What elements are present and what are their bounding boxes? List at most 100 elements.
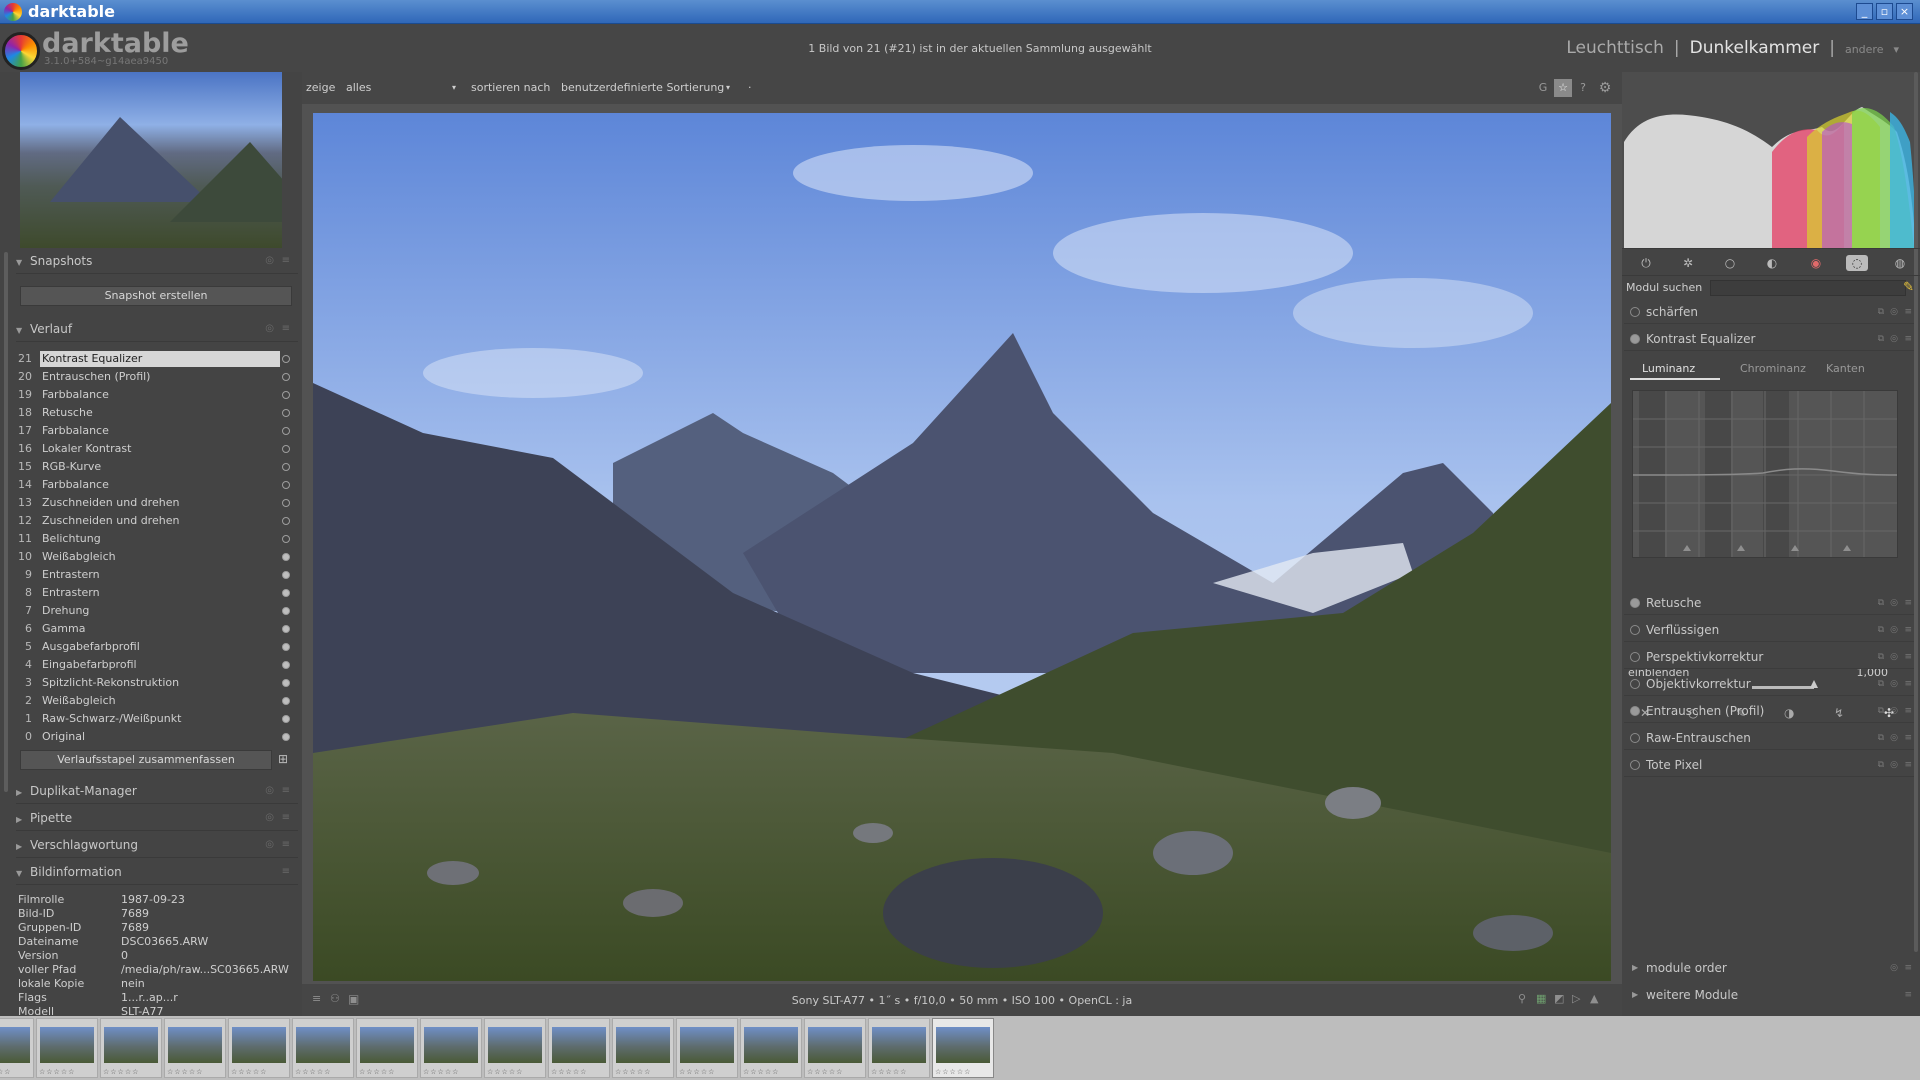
history-item[interactable]: 15 RGB-Kurve [18, 458, 294, 476]
multi-instance-icon[interactable]: ⧉ [1878, 300, 1884, 324]
reset-icon[interactable]: ◎ [265, 805, 274, 831]
duplicate-manager-header[interactable]: ▶ Duplikat-Manager ◎ ≡ [16, 778, 298, 804]
basic-group-icon[interactable]: ✲ [1680, 255, 1696, 271]
filmstrip-thumbnail[interactable]: ☆☆☆☆☆ [676, 1018, 738, 1078]
multi-instance-icon[interactable]: ⧉ [1878, 327, 1884, 351]
rating-stars[interactable]: ☆☆☆☆☆ [359, 1068, 395, 1076]
tab-chrominance[interactable]: Chrominanz [1740, 362, 1806, 375]
gamut-check-icon[interactable]: ▲ [1590, 992, 1598, 1005]
tab-luminance[interactable]: Luminanz [1642, 362, 1695, 375]
power-icon[interactable] [1630, 679, 1640, 689]
maximize-button[interactable]: ▫ [1876, 3, 1893, 20]
show-filter-select[interactable]: alles [346, 81, 371, 94]
presets-icon[interactable]: ≡ [1904, 726, 1912, 750]
history-item[interactable]: 12 Zuschneiden und drehen [18, 512, 294, 530]
presets-icon[interactable]: ≡ [1904, 327, 1912, 351]
filmstrip-thumbnail[interactable]: ☆☆☆☆☆ [36, 1018, 98, 1078]
view-lighttable[interactable]: Leuchttisch [1566, 38, 1664, 58]
effect-group-icon[interactable]: ◍ [1892, 255, 1908, 271]
filmstrip-thumbnail[interactable]: ☆☆☆☆☆ [612, 1018, 674, 1078]
filmstrip-thumbnail[interactable]: ☆☆☆☆☆ [292, 1018, 354, 1078]
module-header[interactable]: Tote Pixel ⧉ ◎ ≡ [1624, 753, 1914, 777]
presets-icon[interactable]: ≡ [282, 832, 290, 858]
history-header[interactable]: ▼ Verlauf ◎ ≡ [16, 316, 298, 342]
history-item[interactable]: 4 Eingabefarbprofil [18, 656, 294, 674]
presets-icon[interactable]: ≡ [1904, 672, 1912, 696]
reset-icon[interactable]: ◎ [1890, 753, 1898, 777]
star-overlay-button[interactable]: ☆ [1554, 79, 1572, 97]
view-other[interactable]: andere [1845, 43, 1884, 56]
compress-history-button[interactable]: Verlaufsstapel zusammenfassen [20, 750, 272, 770]
rating-stars[interactable]: ☆☆☆☆☆ [167, 1068, 203, 1076]
filmstrip-thumbnail[interactable]: ☆☆☆☆☆ [356, 1018, 418, 1078]
history-item[interactable]: 17 Farbbalance [18, 422, 294, 440]
presets-icon[interactable]: ≡ [1904, 983, 1912, 1007]
history-item[interactable]: 18 Retusche [18, 404, 294, 422]
history-item[interactable]: 7 Drehung [18, 602, 294, 620]
chevron-down-icon[interactable]: ▾ [1893, 43, 1899, 56]
create-snapshot-button[interactable]: Snapshot erstellen [20, 286, 292, 306]
rating-stars[interactable]: ☆☆☆☆☆ [807, 1068, 843, 1076]
sort-order-select[interactable]: benutzerdefinierte Sortierung [561, 81, 724, 94]
history-item[interactable]: 14 Farbbalance [18, 476, 294, 494]
power-icon[interactable] [1630, 307, 1640, 317]
tone-group-icon[interactable]: ○ [1722, 255, 1738, 271]
presets-icon[interactable]: ≡ [1904, 591, 1912, 615]
rating-stars[interactable]: ☆☆☆☆☆ [743, 1068, 779, 1076]
history-item[interactable]: 2 Weißabgleich [18, 692, 294, 710]
rating-stars[interactable]: ☆☆☆☆☆ [679, 1068, 715, 1076]
reset-icon[interactable]: ◎ [1890, 327, 1898, 351]
edit-icon[interactable]: ✎ [1903, 278, 1914, 298]
presets-icon[interactable]: ≡ [282, 248, 290, 274]
clipping-icon[interactable]: ◩ [1554, 992, 1564, 1005]
filmstrip-thumbnail[interactable]: ☆☆☆☆☆ [868, 1018, 930, 1078]
softproof-icon[interactable]: ▷ [1572, 992, 1580, 1005]
power-icon[interactable] [1630, 625, 1640, 635]
color-picker-icon[interactable]: ⚲ [1518, 992, 1526, 1005]
multi-instance-icon[interactable]: ⧉ [1878, 591, 1884, 615]
filmstrip-thumbnail[interactable]: ☆☆☆☆☆ [228, 1018, 290, 1078]
right-scrollbar[interactable] [1914, 72, 1918, 952]
correct-group-icon[interactable]: ◌ [1846, 255, 1868, 271]
filmstrip-thumbnail[interactable]: ☆☆☆☆☆ [740, 1018, 802, 1078]
image-information-header[interactable]: ▼ Bildinformation ≡ [16, 859, 298, 885]
history-item[interactable]: 11 Belichtung [18, 530, 294, 548]
history-item[interactable]: 19 Farbbalance [18, 386, 294, 404]
rating-stars[interactable]: ☆☆☆☆☆ [0, 1068, 11, 1076]
multi-instance-icon[interactable]: ⧉ [1878, 753, 1884, 777]
multi-instance-icon[interactable]: ⧉ [1878, 672, 1884, 696]
presets-icon[interactable]: ≡ [1904, 753, 1912, 777]
history-item[interactable]: 8 Entrastern [18, 584, 294, 602]
tagging-header[interactable]: ▶ Verschlagwortung ◎ ≡ [16, 832, 298, 858]
multi-instance-icon[interactable]: ⧉ [1878, 618, 1884, 642]
power-icon[interactable] [1630, 733, 1640, 743]
rating-stars[interactable]: ☆☆☆☆☆ [231, 1068, 267, 1076]
history-item[interactable]: 20 Entrauschen (Profil) [18, 368, 294, 386]
history-item[interactable]: 5 Ausgabefarbprofil [18, 638, 294, 656]
reset-icon[interactable]: ◎ [1890, 699, 1898, 723]
grouping-button[interactable]: G [1534, 79, 1552, 97]
presets-icon[interactable]: ≡ [282, 316, 290, 342]
filmstrip-thumbnail[interactable]: ☆☆☆☆☆ [0, 1018, 34, 1078]
power-icon[interactable] [1630, 706, 1640, 716]
history-item[interactable]: 16 Lokaler Kontrast [18, 440, 294, 458]
module-header[interactable]: Kontrast Equalizer ⧉ ◎ ≡ [1624, 327, 1914, 351]
filmstrip-thumbnail[interactable]: ☆☆☆☆☆ [932, 1018, 994, 1078]
module-header[interactable]: Verflüssigen ⧉ ◎ ≡ [1624, 618, 1914, 642]
reset-icon[interactable]: ◎ [1890, 591, 1898, 615]
active-modules-icon[interactable]: ⏻ [1638, 255, 1654, 271]
reset-icon[interactable]: ◎ [265, 832, 274, 858]
color-picker-header[interactable]: ▶ Pipette ◎ ≡ [16, 805, 298, 831]
color-group-icon[interactable]: ◐ [1764, 255, 1780, 271]
reset-icon[interactable]: ◎ [1890, 618, 1898, 642]
reset-icon[interactable]: ◎ [1890, 726, 1898, 750]
raw-overexposed-icon[interactable]: ▦ [1536, 992, 1546, 1005]
power-icon[interactable] [1630, 760, 1640, 770]
rating-stars[interactable]: ☆☆☆☆☆ [551, 1068, 587, 1076]
multi-instance-icon[interactable]: ⧉ [1878, 726, 1884, 750]
presets-icon[interactable]: ≡ [1904, 645, 1912, 669]
presets-icon[interactable]: ≡ [282, 805, 290, 831]
module-header[interactable]: Objektivkorrektur ⧉ ◎ ≡ [1624, 672, 1914, 696]
view-darkroom[interactable]: Dunkelkammer [1690, 38, 1820, 58]
module-search-input[interactable] [1710, 280, 1906, 296]
